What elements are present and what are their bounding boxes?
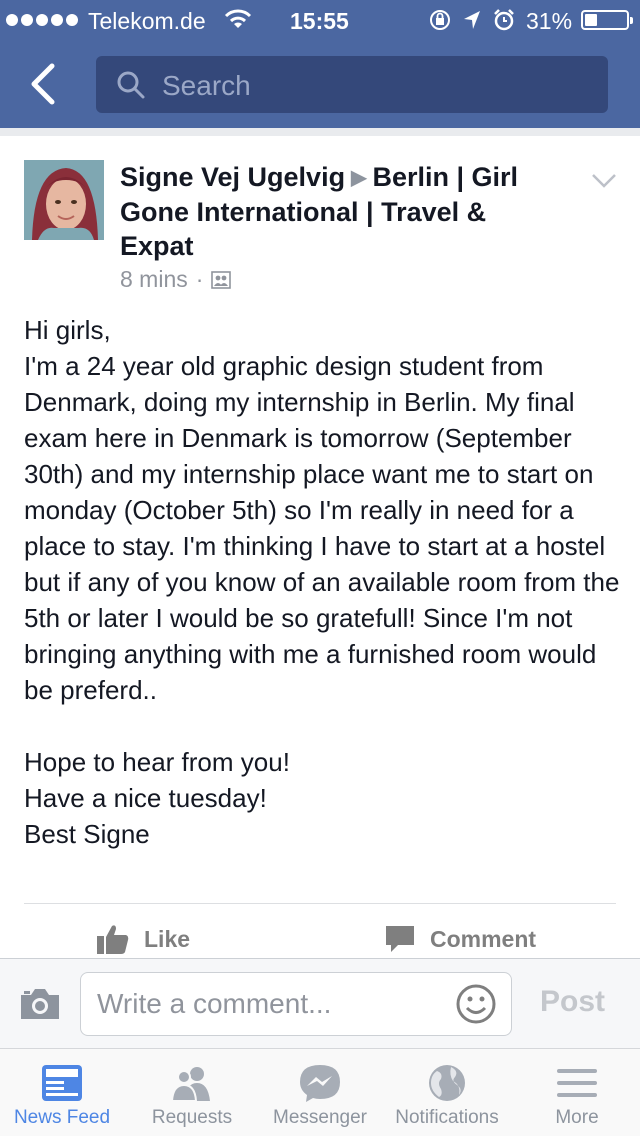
friend-requests-icon bbox=[170, 1067, 210, 1102]
search-bar[interactable]: Search bbox=[96, 56, 608, 113]
comment-label: Comment bbox=[430, 925, 537, 952]
tab-label: More bbox=[555, 1107, 599, 1128]
post-paragraph: I'm a 24 year old graphic design student… bbox=[24, 351, 620, 705]
battery-level bbox=[585, 14, 597, 26]
back-button[interactable] bbox=[24, 60, 64, 108]
post-card: Signe Vej Ugelvig ▶ Berlin | Girl Gone Int… bbox=[0, 136, 640, 958]
search-icon bbox=[117, 71, 145, 99]
comment-input[interactable]: Write a comment... bbox=[80, 972, 512, 1036]
post-paragraph: Have a nice tuesday! bbox=[24, 783, 267, 813]
battery-icon bbox=[581, 10, 633, 30]
comment-placeholder: Write a comment... bbox=[97, 988, 332, 1019]
like-button[interactable]: Like bbox=[96, 923, 190, 955]
search-placeholder: Search bbox=[162, 70, 251, 101]
rotation-lock-icon bbox=[430, 10, 450, 30]
thumbs-up-icon bbox=[97, 925, 129, 954]
author-name[interactable]: Signe Vej Ugelvig bbox=[120, 162, 345, 192]
avatar[interactable] bbox=[24, 160, 104, 240]
post-paragraph: Hope to hear from you! bbox=[24, 747, 290, 777]
tab-label: Messenger bbox=[273, 1107, 367, 1128]
menu-icon bbox=[557, 1069, 597, 1097]
post-body: Hi girls, I'm a 24 year old graphic desi… bbox=[24, 312, 624, 852]
tab-more[interactable]: More bbox=[514, 1049, 640, 1136]
tab-notifications[interactable]: Notifications bbox=[384, 1049, 510, 1136]
tab-messenger[interactable]: Messenger bbox=[262, 1049, 378, 1136]
globe-icon bbox=[429, 1065, 465, 1101]
tab-bar: News Feed Requests Messenger Notificatio… bbox=[0, 1048, 640, 1136]
battery-percent: 31% bbox=[526, 8, 573, 34]
like-label: Like bbox=[144, 925, 191, 952]
tab-label: Requests bbox=[151, 1107, 233, 1128]
comment-composer: Write a comment... Post bbox=[0, 958, 640, 1048]
camera-icon[interactable] bbox=[18, 986, 62, 1022]
clock: 15:55 bbox=[290, 8, 349, 34]
tab-news-feed[interactable]: News Feed bbox=[0, 1049, 124, 1136]
post-header: Signe Vej Ugelvig ▶ Berlin | Girl Gone Int… bbox=[120, 160, 560, 263]
alarm-icon bbox=[494, 9, 514, 31]
messenger-icon bbox=[300, 1065, 340, 1102]
status-bar: Telekom.de 15:55 31% bbox=[0, 0, 640, 40]
top-bar: Telekom.de 15:55 31% Search bbox=[0, 0, 640, 128]
comment-bubble-icon bbox=[386, 926, 414, 952]
post-paragraph: Best Signe bbox=[24, 819, 150, 849]
post-button[interactable]: Post bbox=[540, 985, 605, 1019]
comment-button[interactable]: Comment bbox=[384, 923, 536, 955]
tab-label: Notifications bbox=[395, 1107, 499, 1128]
meta-separator: · bbox=[195, 266, 204, 292]
emoji-icon[interactable] bbox=[455, 983, 497, 1025]
tab-label: News Feed bbox=[13, 1107, 111, 1128]
post-options-chevron-icon[interactable] bbox=[590, 172, 618, 190]
share-arrow-icon: ▶ bbox=[351, 167, 367, 189]
signal-dots-icon bbox=[6, 14, 78, 26]
wifi-icon bbox=[224, 9, 252, 28]
post-paragraph bbox=[24, 708, 624, 744]
divider bbox=[24, 903, 616, 904]
post-meta: 8 mins · bbox=[120, 266, 232, 293]
carrier-name: Telekom.de bbox=[88, 8, 206, 34]
post-paragraph: Hi girls, bbox=[24, 315, 111, 345]
post-time[interactable]: 8 mins bbox=[120, 266, 188, 293]
tab-requests[interactable]: Requests bbox=[128, 1049, 256, 1136]
location-arrow-icon bbox=[464, 11, 480, 29]
news-feed-icon bbox=[42, 1065, 82, 1101]
group-icon bbox=[211, 270, 232, 289]
